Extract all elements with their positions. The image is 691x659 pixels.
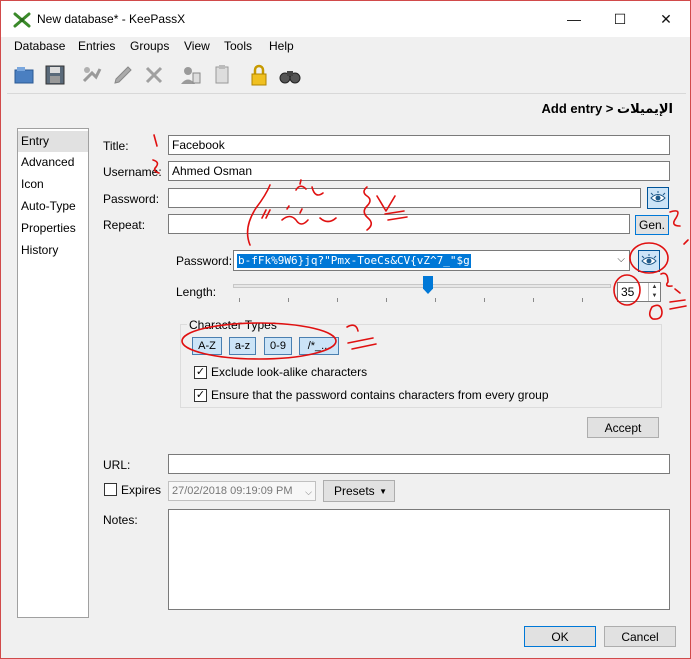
url-label: URL: [103, 458, 131, 472]
sidebar-item-entry[interactable]: Entry [18, 131, 88, 152]
minimize-icon: — [567, 11, 581, 27]
url-input[interactable] [168, 454, 670, 474]
expires-label: Expires [121, 483, 162, 497]
edit-entry-icon[interactable] [111, 63, 135, 87]
minimize-button[interactable]: — [551, 1, 597, 37]
slider-tick [239, 298, 240, 302]
copy-username-icon[interactable] [178, 63, 202, 87]
slider-tick [582, 298, 583, 302]
generated-password-value[interactable]: b-fFk%9W6}jq?"Pmx-ToeCs&CV{vZ^7_"$g [237, 254, 471, 268]
toolbar [1, 58, 690, 92]
slider-tick [288, 298, 289, 302]
chevron-down-icon[interactable]: ⌵ [305, 485, 312, 499]
password-input[interactable] [168, 188, 641, 208]
sidebar-item-history[interactable]: History [18, 240, 88, 261]
menu-tools[interactable]: Tools [224, 39, 252, 53]
presets-button[interactable]: Presets ▼ [323, 480, 395, 502]
toggle-generated-visibility-button[interactable] [638, 250, 660, 272]
dropdown-arrow-icon: ▼ [379, 487, 387, 496]
password-label: Password: [103, 192, 160, 206]
ok-button[interactable]: OK [524, 626, 596, 647]
entry-sidebar: Entry Advanced Icon Auto-Type Properties… [17, 128, 89, 618]
menu-database[interactable]: Database [14, 39, 65, 53]
save-database-icon[interactable] [43, 63, 67, 87]
toggle-password-visibility-button[interactable] [647, 187, 669, 209]
slider-tick [533, 298, 534, 302]
accept-button[interactable]: Accept [587, 417, 659, 438]
menu-entries[interactable]: Entries [78, 39, 115, 53]
add-entry-icon[interactable] [80, 63, 104, 87]
close-button[interactable]: ✕ [643, 1, 689, 37]
repeat-label: Repeat: [103, 218, 146, 232]
delete-entry-icon[interactable] [142, 63, 166, 87]
sidebar-item-icon[interactable]: Icon [18, 174, 88, 195]
character-types-title: Character Types [187, 318, 279, 332]
ensure-every-group-checkbox[interactable]: ✓ [194, 389, 207, 402]
username-label: Username: [103, 165, 162, 179]
page-title: Add entry > الإيميلات [541, 101, 673, 116]
spin-buttons[interactable]: ▲ ▼ [648, 283, 660, 301]
expires-datetime-value: 27/02/2018 09:19:09 PM [172, 485, 293, 497]
search-icon[interactable] [278, 63, 302, 87]
uppercase-toggle[interactable]: A-Z [192, 337, 222, 355]
gen-button[interactable]: Gen. [635, 215, 669, 235]
title-input[interactable]: Facebook [168, 135, 670, 155]
slider-tick [435, 298, 436, 302]
sidebar-item-advanced[interactable]: Advanced [18, 152, 88, 173]
title-bar: New database* - KeePassX — ☐ ✕ [1, 1, 690, 37]
eye-icon [650, 191, 666, 202]
cancel-button[interactable]: Cancel [604, 626, 676, 647]
sidebar-item-properties[interactable]: Properties [18, 218, 88, 239]
keepassx-window: New database* - KeePassX — ☐ ✕ Database … [0, 0, 691, 659]
eye-icon [641, 254, 657, 265]
generated-password-combo[interactable]: b-fFk%9W6}jq?"Pmx-ToeCs&CV{vZ^7_"$g ⌵ [233, 250, 630, 271]
character-types-group: Character Types A-Z a-z 0-9 /*_... ✓ Exc… [180, 318, 662, 408]
close-icon: ✕ [660, 10, 672, 27]
window-title: New database* - KeePassX [37, 12, 186, 26]
slider-tick [484, 298, 485, 302]
length-spinbox[interactable]: 35 ▲ ▼ [617, 282, 661, 302]
slider-tick [337, 298, 338, 302]
slider-tick [386, 298, 387, 302]
notes-textarea[interactable] [168, 509, 670, 610]
generator-password-label: Password: [176, 254, 233, 268]
edit-entry-panel: Add entry > الإيميلات Entry Advanced Ico… [7, 93, 686, 654]
copy-password-icon[interactable] [210, 63, 234, 87]
keepassx-app-icon [13, 12, 31, 28]
length-slider-handle[interactable] [423, 276, 433, 294]
notes-label: Notes: [103, 513, 138, 527]
sidebar-item-auto-type[interactable]: Auto-Type [18, 196, 88, 217]
expires-datetime-field[interactable]: 27/02/2018 09:19:09 PM ⌵ [168, 481, 316, 501]
ensure-every-group-label: Ensure that the password contains charac… [211, 388, 549, 402]
menu-help[interactable]: Help [269, 39, 294, 53]
open-database-icon[interactable] [12, 63, 36, 87]
lock-icon[interactable] [247, 63, 271, 87]
length-label: Length: [176, 285, 217, 299]
repeat-input[interactable] [168, 214, 630, 234]
presets-label: Presets [334, 484, 375, 498]
maximize-button[interactable]: ☐ [597, 1, 643, 37]
expires-checkbox[interactable] [104, 483, 117, 496]
length-value[interactable]: 35 [621, 285, 634, 299]
lowercase-toggle[interactable]: a-z [229, 337, 256, 355]
exclude-lookalike-label: Exclude look-alike characters [211, 365, 368, 379]
special-chars-toggle[interactable]: /*_... [299, 337, 339, 355]
exclude-lookalike-checkbox[interactable]: ✓ [194, 366, 207, 379]
spin-down-icon[interactable]: ▼ [649, 292, 660, 301]
title-label: Title: [103, 139, 129, 153]
menu-groups[interactable]: Groups [130, 39, 169, 53]
spin-up-icon[interactable]: ▲ [649, 283, 660, 292]
chevron-down-icon[interactable]: ⌵ [617, 254, 625, 265]
username-input[interactable]: Ahmed Osman [168, 161, 670, 181]
menu-bar: Database Entries Groups View Tools Help [1, 37, 690, 57]
menu-view[interactable]: View [184, 39, 210, 53]
maximize-icon: ☐ [613, 10, 627, 27]
length-slider-track[interactable] [233, 284, 611, 288]
numbers-toggle[interactable]: 0-9 [264, 337, 292, 355]
